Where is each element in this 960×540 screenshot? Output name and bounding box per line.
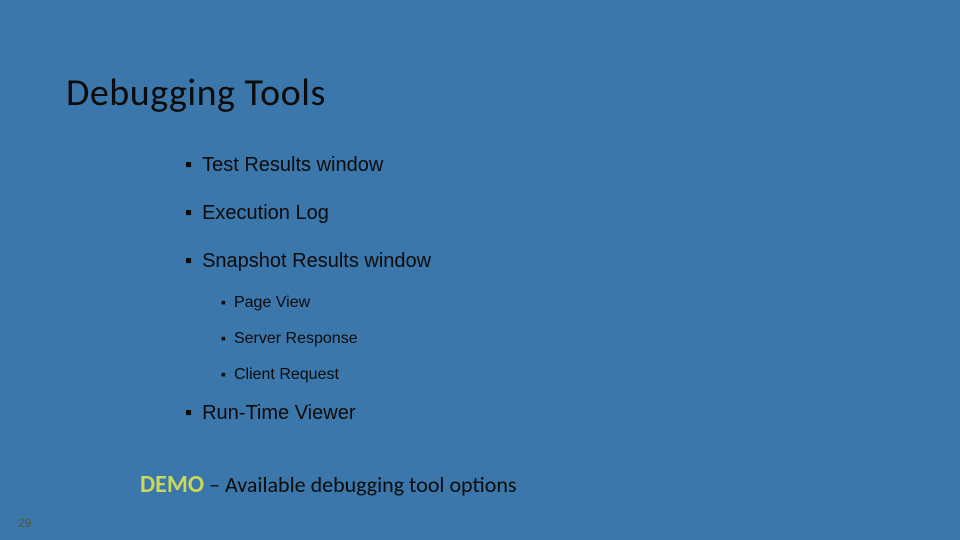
sub-bullet-group: ▪ Page View ▪ Server Response ▪ Client R… [221, 292, 885, 386]
bullet-text: Execution Log [202, 200, 329, 226]
bullet-text: Snapshot Results window [202, 248, 431, 274]
page-number: 29 [18, 516, 31, 530]
bullet-text: Test Results window [202, 152, 383, 178]
demo-label: DEMO [140, 470, 204, 499]
bullet-item: ▪ Snapshot Results window [185, 248, 885, 274]
slide-title: Debugging Tools [66, 70, 326, 116]
demo-line: DEMO – Available debugging tool options [140, 470, 517, 499]
sub-bullet-item: ▪ Client Request [221, 364, 885, 386]
sub-bullet-text: Page View [234, 292, 310, 314]
bullet-text: Run-Time Viewer [202, 400, 355, 426]
bullet-marker-icon: ▪ [221, 364, 226, 386]
sub-bullet-text: Client Request [234, 364, 339, 386]
demo-text: – Available debugging tool options [204, 471, 516, 498]
bullet-marker-icon: ▪ [185, 248, 192, 274]
bullet-item: ▪ Execution Log [185, 200, 885, 226]
bullet-marker-icon: ▪ [185, 152, 192, 178]
bullet-marker-icon: ▪ [221, 328, 226, 350]
sub-bullet-text: Server Response [234, 328, 358, 350]
sub-bullet-item: ▪ Page View [221, 292, 885, 314]
bullet-item: ▪ Test Results window [185, 152, 885, 178]
bullet-item: ▪ Run-Time Viewer [185, 400, 885, 426]
sub-bullet-item: ▪ Server Response [221, 328, 885, 350]
slide: Debugging Tools ▪ Test Results window ▪ … [0, 0, 960, 540]
slide-content: ▪ Test Results window ▪ Execution Log ▪ … [185, 152, 885, 448]
bullet-marker-icon: ▪ [185, 400, 192, 426]
bullet-marker-icon: ▪ [221, 292, 226, 314]
bullet-marker-icon: ▪ [185, 200, 192, 226]
